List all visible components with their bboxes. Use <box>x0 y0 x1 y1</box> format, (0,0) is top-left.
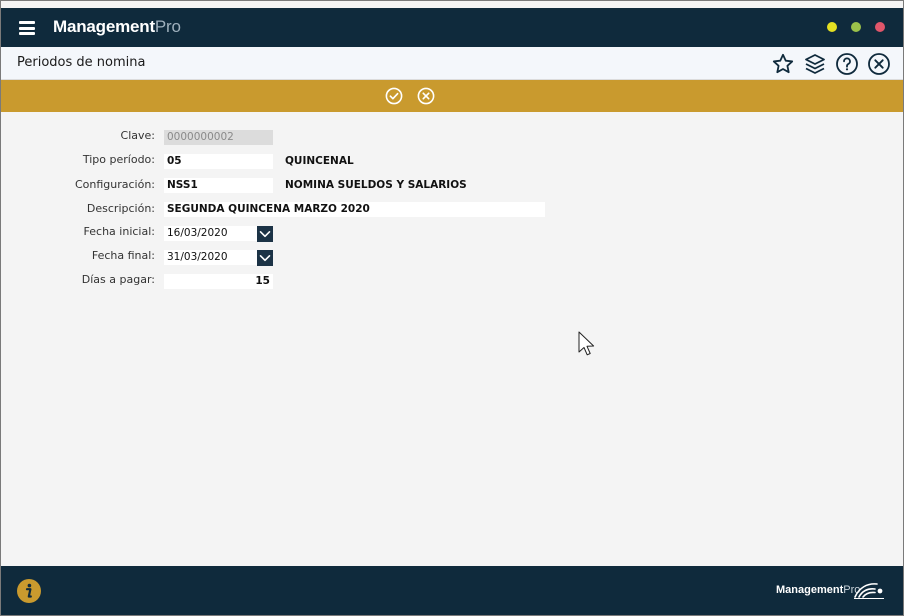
page-header: Periodos de nomina <box>1 47 903 80</box>
dias-a-pagar-field[interactable]: 15 <box>164 274 273 289</box>
tipo-periodo-label: Tipo período: <box>82 153 155 166</box>
dias-a-pagar-label: Días a pagar: <box>81 273 155 286</box>
tipo-periodo-field[interactable]: 05 <box>164 154 273 169</box>
minimize-window-button[interactable] <box>827 22 837 32</box>
page-title: Periodos de nomina <box>17 55 146 70</box>
title-bar: ManagementPro <box>1 8 903 47</box>
brand-logo-icon <box>854 583 884 599</box>
mouse-pointer-icon <box>578 331 595 356</box>
action-bar <box>1 80 903 112</box>
app-brand: ManagementPro <box>53 17 181 36</box>
chevron-down-icon[interactable] <box>257 226 273 242</box>
descripcion-label: Descripción: <box>86 202 155 215</box>
layers-icon[interactable] <box>803 52 827 76</box>
hamburger-icon[interactable] <box>19 21 35 35</box>
tipo-periodo-description: QUINCENAL <box>285 155 354 167</box>
fecha-final-label: Fecha final: <box>91 249 155 262</box>
chevron-down-icon[interactable] <box>257 250 273 266</box>
configuracion-label: Configuración: <box>74 178 155 191</box>
configuracion-field[interactable]: NSS1 <box>164 178 273 193</box>
footer-brand: ManagementPro <box>776 584 861 596</box>
cancel-circle-icon[interactable] <box>417 87 435 105</box>
close-window-button[interactable] <box>875 22 885 32</box>
help-icon[interactable] <box>835 52 859 76</box>
clave-label: Clave: <box>120 129 155 142</box>
descripcion-field[interactable]: SEGUNDA QUINCENA MARZO 2020 <box>164 202 545 217</box>
app-window: ManagementPro Periodos de nomina Clave: … <box>0 0 904 616</box>
clave-field: 0000000002 <box>164 130 273 145</box>
fecha-inicial-field[interactable]: 16/03/2020 <box>164 226 257 241</box>
check-circle-icon[interactable] <box>385 87 403 105</box>
info-icon[interactable] <box>17 579 41 603</box>
configuracion-description: NOMINA SUELDOS Y SALARIOS <box>285 179 467 191</box>
footer-bar: ManagementPro <box>1 566 903 615</box>
fecha-inicial-label: Fecha inicial: <box>83 225 155 238</box>
close-circle-icon[interactable] <box>867 52 891 76</box>
maximize-window-button[interactable] <box>851 22 861 32</box>
fecha-final-field[interactable]: 31/03/2020 <box>164 250 257 265</box>
star-icon[interactable] <box>771 52 795 76</box>
